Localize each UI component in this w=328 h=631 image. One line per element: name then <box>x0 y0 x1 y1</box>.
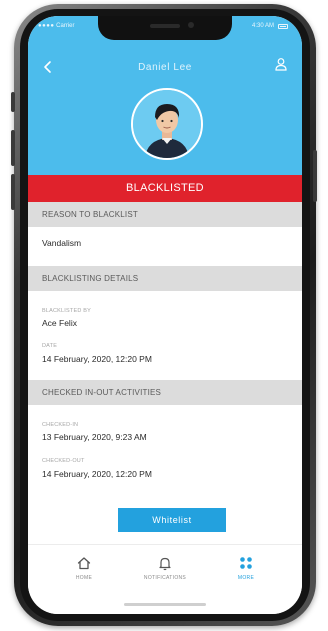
reason-section-header: REASON TO BLACKLIST <box>28 202 302 227</box>
grid-icon <box>240 557 252 569</box>
checked-out-label: CHECKED-OUT <box>42 458 85 464</box>
blacklisted-banner: BLACKLISTED <box>28 175 302 202</box>
tab-notifications[interactable]: NOTIFICATIONS <box>133 555 197 581</box>
blacklisted-by-label: BLACKLISTED BY <box>42 308 91 314</box>
avatar <box>131 88 203 160</box>
phone-notch <box>98 16 232 40</box>
user-icon[interactable] <box>274 57 288 71</box>
home-icon <box>77 557 91 570</box>
tab-more[interactable]: MORE <box>214 555 278 581</box>
status-right: 4:30 AM <box>252 23 288 29</box>
date-label: DATE <box>42 343 58 349</box>
speaker-icon <box>150 24 180 28</box>
page-title: Daniel Lee <box>138 62 192 73</box>
tab-more-label: MORE <box>237 575 255 581</box>
side-button-volume-up <box>11 130 15 166</box>
tab-notifications-label: NOTIFICATIONS <box>143 575 187 581</box>
bell-icon <box>159 557 171 571</box>
home-indicator <box>124 603 206 606</box>
side-button-mute <box>11 92 15 112</box>
checked-out-value: 14 February, 2020, 12:20 PM <box>42 469 152 479</box>
activities-section-header: CHECKED IN-OUT ACTIVITIES <box>28 380 302 405</box>
checked-in-value: 13 February, 2020, 9:23 AM <box>42 432 147 442</box>
signal-icon: ●●●● <box>38 23 55 29</box>
app-screen: ●●●● Carrier 4:30 AM Daniel Lee BLACKLIS… <box>28 16 302 614</box>
blacklisted-by-value: Ace Felix <box>42 318 77 328</box>
status-time: 4:30 AM <box>251 23 274 29</box>
camera-icon <box>188 22 194 28</box>
whitelist-button[interactable]: Whitelist <box>118 508 226 532</box>
avatar-illustration-icon <box>133 90 201 158</box>
tab-home-label: HOME <box>75 575 93 581</box>
side-button-power <box>313 150 317 202</box>
details-section-header: BLACKLISTING DETAILS <box>28 266 302 291</box>
tab-home[interactable]: HOME <box>52 555 116 581</box>
reason-value: Vandalism <box>42 238 82 248</box>
checked-in-label: CHECKED-IN <box>42 422 79 428</box>
battery-icon <box>278 23 288 29</box>
carrier-label: Carrier <box>56 23 75 29</box>
bottom-tab-bar: HOME NOTIFICATIONS MORE <box>28 544 302 614</box>
status-carrier: ●●●● Carrier <box>38 23 75 29</box>
date-value: 14 February, 2020, 12:20 PM <box>42 354 152 364</box>
side-button-volume-down <box>11 174 15 210</box>
